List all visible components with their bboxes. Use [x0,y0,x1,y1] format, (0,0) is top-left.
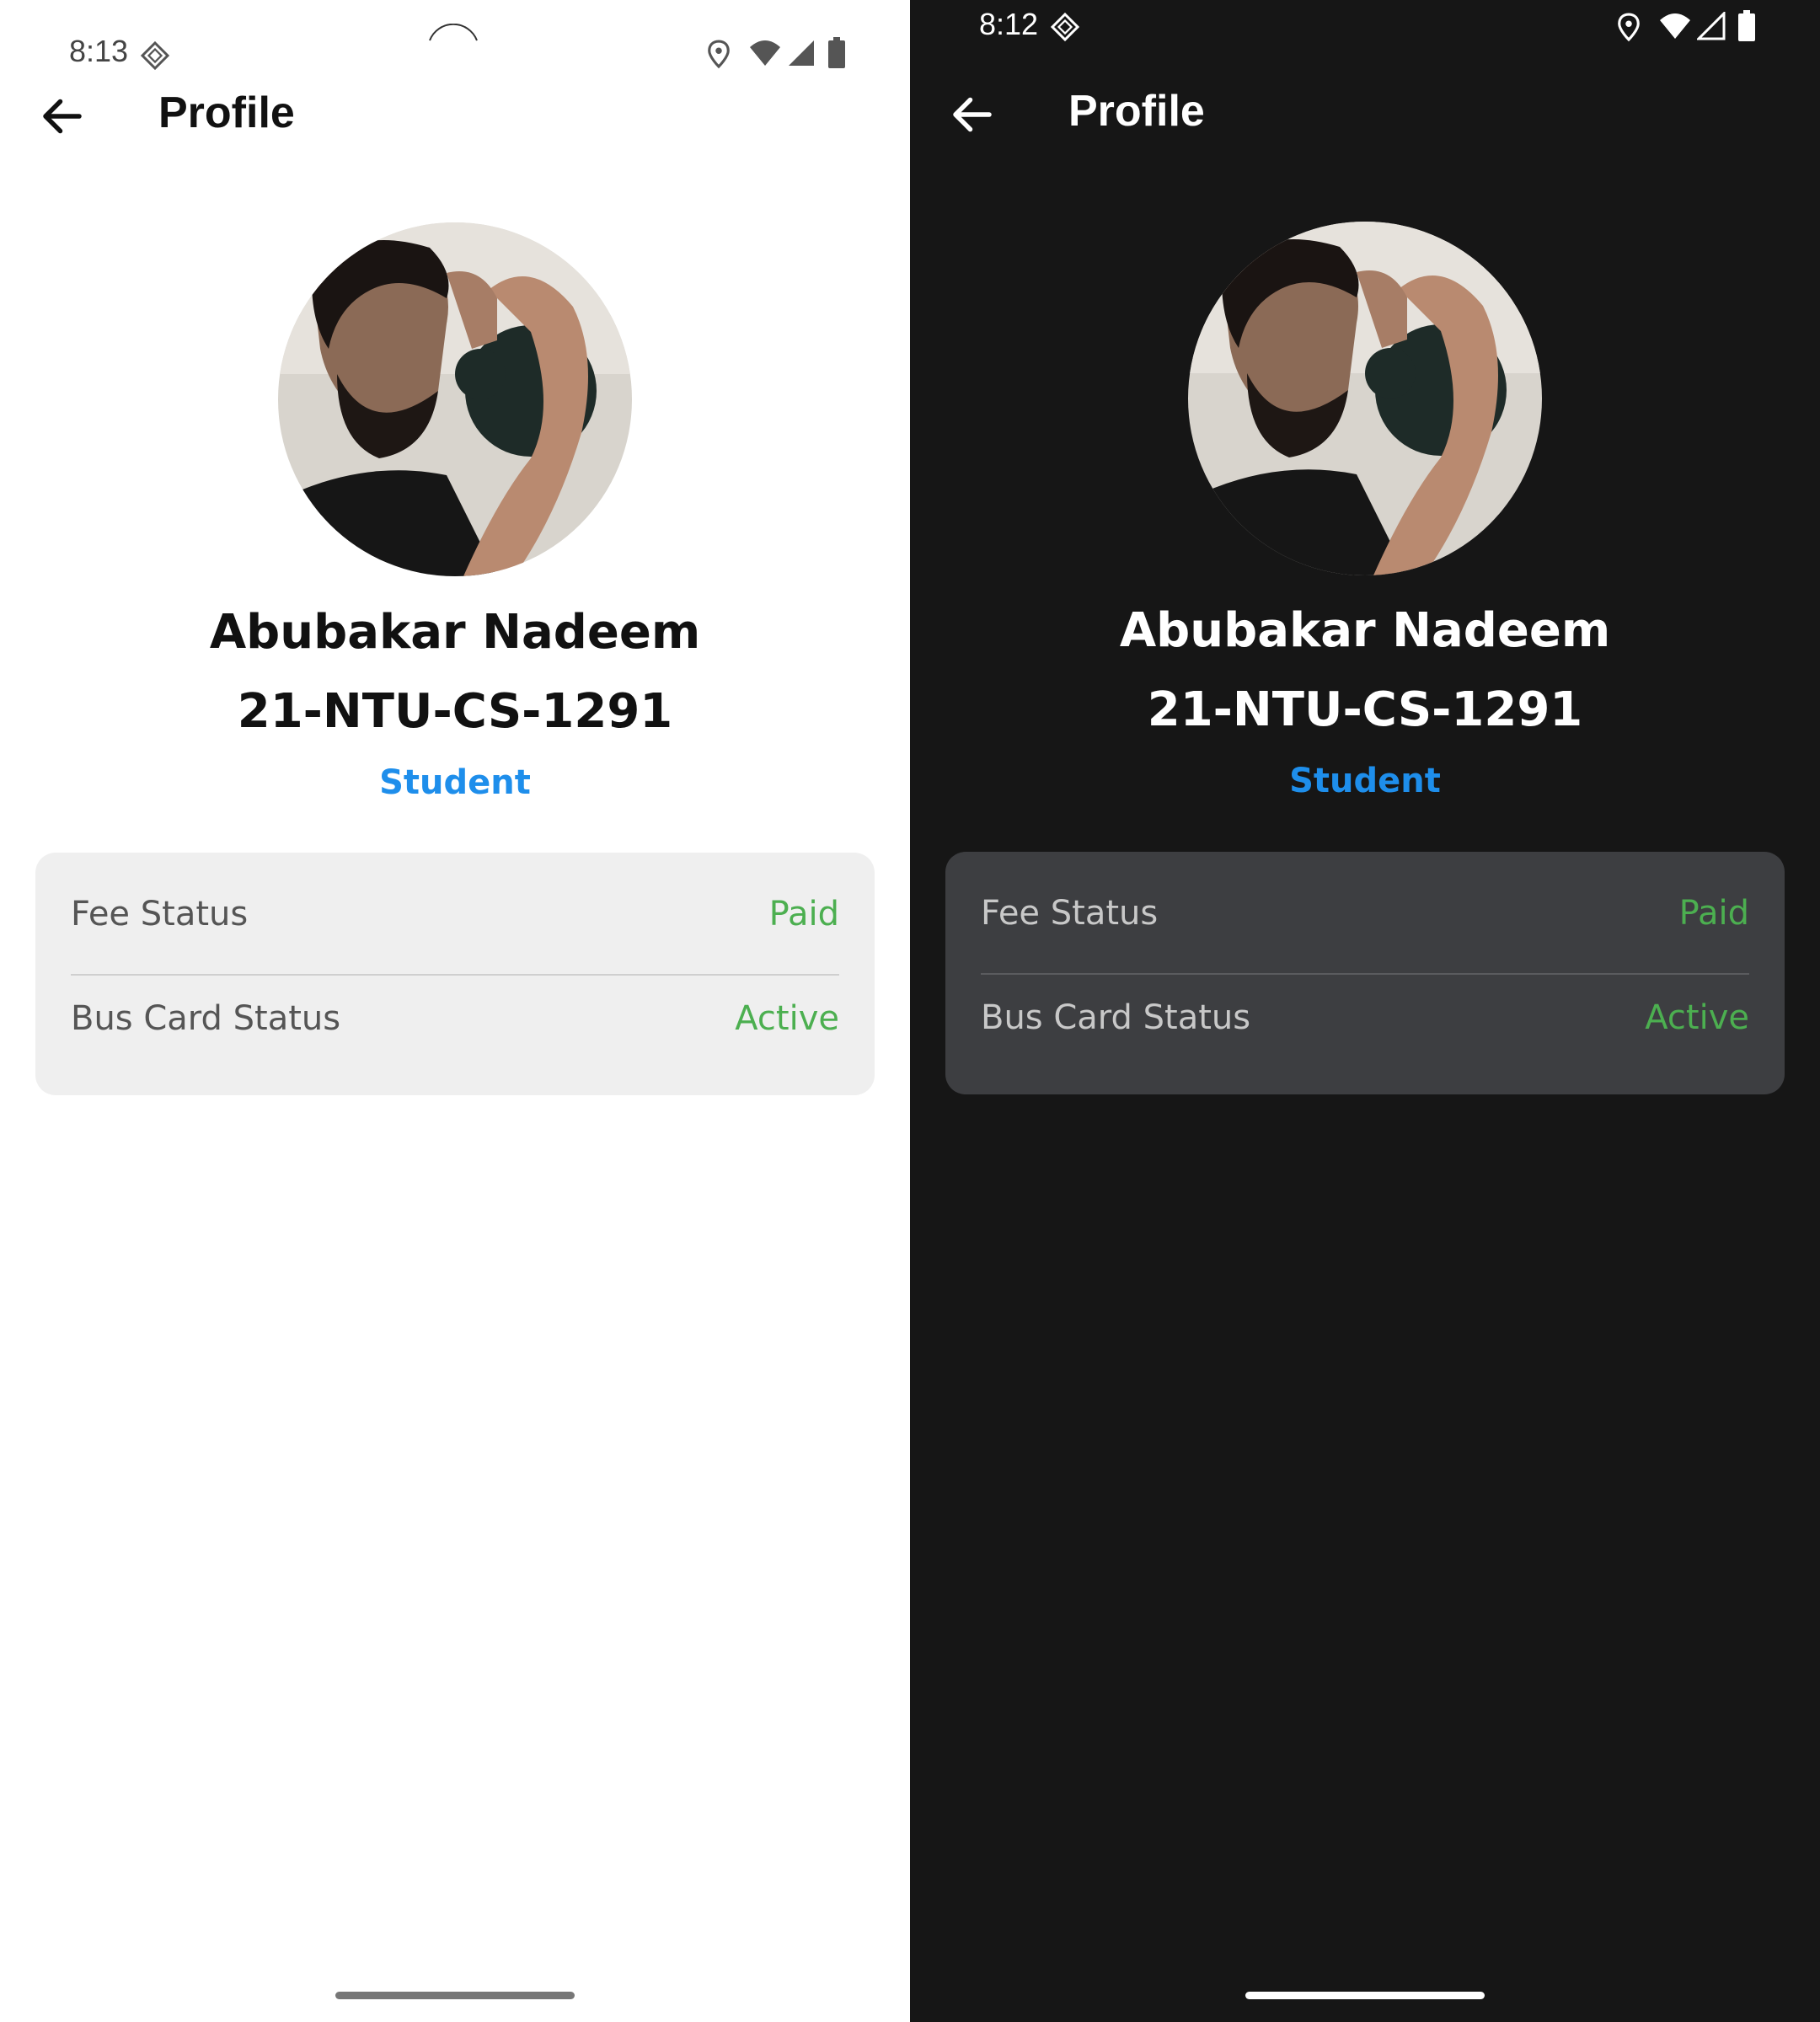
home-indicator[interactable] [335,1992,575,1999]
status-card: Fee Status Paid Bus Card Status Active [945,852,1785,1094]
bus-card-status-label: Bus Card Status [71,999,341,1038]
wifi-icon [748,39,782,71]
status-card: Fee Status Paid Bus Card Status Active [35,853,875,1095]
status-time: 8:13 [69,34,129,68]
fee-status-row: Fee Status Paid [981,852,1749,956]
fee-status-value: Paid [768,895,839,933]
bus-card-status-value: Active [735,999,839,1038]
battery-icon [827,37,846,72]
wifi-icon [1658,12,1692,44]
role-label: Student [379,763,531,802]
status-bar: 8:13 [0,0,910,93]
home-indicator[interactable] [1245,1992,1485,1999]
back-button[interactable] [37,91,88,142]
page-title: Profile [1068,87,1205,136]
role-label: Student [1289,762,1441,800]
battery-icon [1737,10,1756,45]
status-time: 8:12 [979,7,1039,41]
back-arrow-icon [43,99,82,134]
signal-icon [1695,10,1726,44]
diamond-notification-icon [140,40,170,74]
back-button[interactable] [947,89,998,140]
registration-number: 21-NTU-CS-1291 [237,684,673,739]
page-title: Profile [158,88,295,137]
status-bar: 8:12 [910,0,1820,93]
profile-screen-light: 8:13 Profile Abubakar Nadeem 21-NTU-CS-1… [0,0,910,2022]
avatar [278,222,632,576]
registration-number: 21-NTU-CS-1291 [1147,682,1583,737]
bus-card-status-row: Bus Card Status Active [71,957,839,1062]
location-icon [1616,12,1641,45]
location-icon [706,39,731,72]
bus-card-status-value: Active [1645,998,1749,1037]
back-arrow-icon [953,97,992,132]
camera-cutout-icon [429,24,478,41]
fee-status-label: Fee Status [71,895,249,933]
diamond-notification-icon [1050,12,1080,45]
fee-status-label: Fee Status [981,894,1159,933]
signal-icon [787,39,816,71]
profile-screen-dark: 8:12 Profile Abubakar Nadeem 21-NTU-CS-1… [910,0,1820,2022]
bus-card-status-row: Bus Card Status Active [981,956,1749,1061]
bus-card-status-label: Bus Card Status [981,998,1251,1037]
fee-status-row: Fee Status Paid [71,853,839,957]
fee-status-value: Paid [1678,894,1749,933]
profile-name: Abubakar Nadeem [209,605,701,660]
profile-name: Abubakar Nadeem [1119,603,1611,658]
avatar [1188,222,1542,575]
